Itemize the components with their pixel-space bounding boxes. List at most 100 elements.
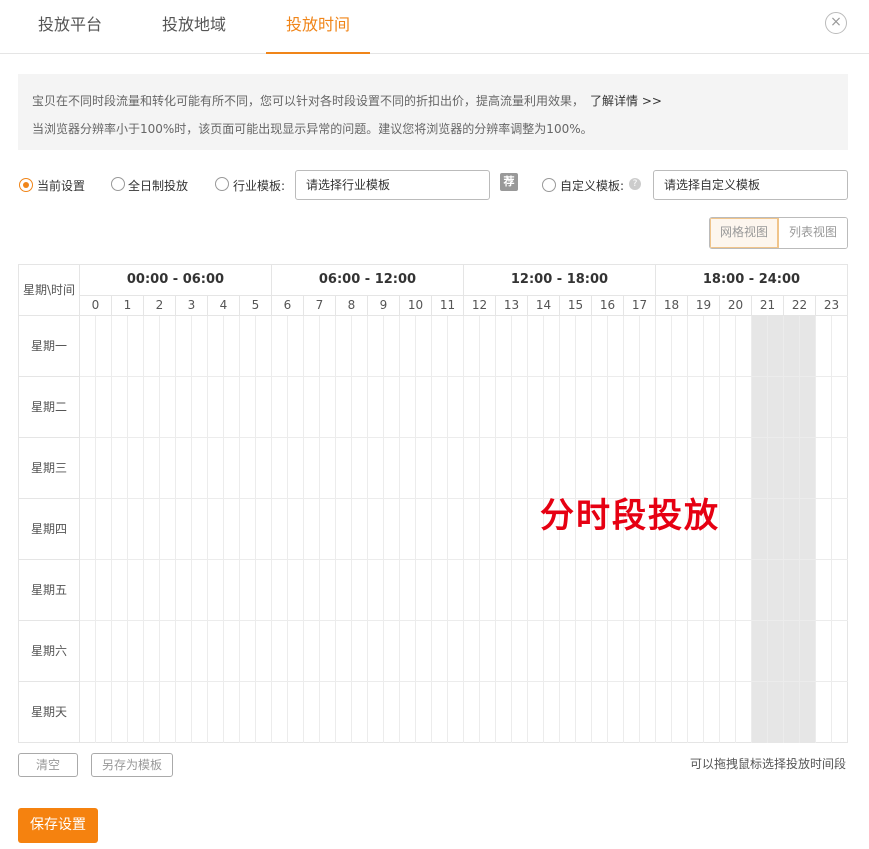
time-slot-cell[interactable] — [496, 682, 512, 743]
time-slot-cell[interactable] — [448, 499, 464, 560]
time-slot-cell[interactable] — [800, 438, 816, 499]
time-slot-cell[interactable] — [272, 621, 288, 682]
time-slot-cell[interactable] — [208, 377, 224, 438]
time-slot-cell[interactable] — [240, 621, 256, 682]
time-slot-cell[interactable] — [240, 499, 256, 560]
time-slot-cell[interactable] — [336, 499, 352, 560]
time-slot-cell[interactable] — [320, 560, 336, 621]
time-slot-cell[interactable] — [400, 621, 416, 682]
time-slot-cell[interactable] — [720, 499, 736, 560]
time-slot-cell[interactable] — [832, 621, 848, 682]
time-slot-cell[interactable] — [832, 377, 848, 438]
time-slot-cell[interactable] — [480, 682, 496, 743]
time-slot-cell[interactable] — [96, 499, 112, 560]
time-slot-cell[interactable] — [384, 377, 400, 438]
time-slot-cell[interactable] — [176, 499, 192, 560]
time-slot-cell[interactable] — [464, 560, 480, 621]
time-slot-cell[interactable] — [608, 316, 624, 377]
time-slot-cell[interactable] — [560, 377, 576, 438]
time-slot-cell[interactable] — [224, 621, 240, 682]
time-slot-cell[interactable] — [112, 316, 128, 377]
time-slot-cell[interactable] — [432, 682, 448, 743]
time-slot-cell[interactable] — [144, 560, 160, 621]
time-slot-cell[interactable] — [80, 682, 96, 743]
time-slot-cell[interactable] — [128, 621, 144, 682]
time-slot-cell[interactable] — [128, 560, 144, 621]
time-slot-cell[interactable] — [160, 621, 176, 682]
time-slot-cell[interactable] — [544, 621, 560, 682]
time-slot-cell[interactable] — [256, 682, 272, 743]
time-slot-cell[interactable] — [384, 621, 400, 682]
time-slot-cell[interactable] — [192, 438, 208, 499]
time-slot-cell[interactable] — [800, 682, 816, 743]
time-slot-cell[interactable] — [400, 499, 416, 560]
time-slot-cell[interactable] — [368, 316, 384, 377]
time-slot-cell[interactable] — [176, 316, 192, 377]
industry-template-radio[interactable] — [215, 177, 229, 191]
time-slot-cell[interactable] — [320, 621, 336, 682]
time-slot-cell[interactable] — [336, 377, 352, 438]
time-slot-cell[interactable] — [448, 316, 464, 377]
time-slot-cell[interactable] — [416, 438, 432, 499]
time-slot-cell[interactable] — [240, 377, 256, 438]
time-slot-cell[interactable] — [336, 621, 352, 682]
time-slot-cell[interactable] — [624, 560, 640, 621]
time-slot-cell[interactable] — [368, 621, 384, 682]
time-slot-cell[interactable] — [224, 316, 240, 377]
time-slot-cell[interactable] — [528, 560, 544, 621]
time-slot-cell[interactable] — [432, 499, 448, 560]
time-slot-cell[interactable] — [288, 560, 304, 621]
time-slot-cell[interactable] — [256, 377, 272, 438]
time-slot-cell[interactable] — [336, 316, 352, 377]
tab-region[interactable]: 投放地域 — [142, 0, 246, 53]
clear-button[interactable]: 清空 — [18, 753, 78, 777]
time-slot-cell[interactable] — [800, 621, 816, 682]
time-slot-cell[interactable] — [832, 316, 848, 377]
time-slot-cell[interactable] — [96, 621, 112, 682]
fullday-label[interactable]: 全日制投放 — [128, 177, 188, 194]
time-slot-cell[interactable] — [752, 499, 768, 560]
time-slot-cell[interactable] — [752, 316, 768, 377]
time-slot-cell[interactable] — [192, 377, 208, 438]
time-slot-cell[interactable] — [480, 499, 496, 560]
time-slot-cell[interactable] — [128, 499, 144, 560]
time-slot-cell[interactable] — [176, 377, 192, 438]
time-slot-cell[interactable] — [512, 621, 528, 682]
time-slot-cell[interactable] — [448, 621, 464, 682]
time-slot-cell[interactable] — [288, 621, 304, 682]
time-slot-cell[interactable] — [512, 438, 528, 499]
time-slot-cell[interactable] — [464, 621, 480, 682]
time-slot-cell[interactable] — [608, 560, 624, 621]
time-slot-cell[interactable] — [192, 499, 208, 560]
time-slot-cell[interactable] — [464, 316, 480, 377]
time-slot-cell[interactable] — [160, 316, 176, 377]
time-slot-cell[interactable] — [288, 499, 304, 560]
time-slot-cell[interactable] — [160, 377, 176, 438]
time-slot-cell[interactable] — [208, 682, 224, 743]
time-slot-cell[interactable] — [656, 682, 672, 743]
time-slot-cell[interactable] — [352, 682, 368, 743]
time-slot-cell[interactable] — [656, 560, 672, 621]
time-slot-cell[interactable] — [432, 560, 448, 621]
time-slot-cell[interactable] — [720, 621, 736, 682]
time-slot-cell[interactable] — [416, 621, 432, 682]
time-slot-cell[interactable] — [720, 682, 736, 743]
time-slot-cell[interactable] — [256, 621, 272, 682]
time-slot-cell[interactable] — [320, 377, 336, 438]
time-slot-cell[interactable] — [736, 316, 752, 377]
time-slot-cell[interactable] — [640, 316, 656, 377]
time-slot-cell[interactable] — [576, 621, 592, 682]
tab-platform[interactable]: 投放平台 — [18, 0, 122, 53]
time-slot-cell[interactable] — [704, 682, 720, 743]
time-slot-cell[interactable] — [800, 560, 816, 621]
time-slot-cell[interactable] — [720, 560, 736, 621]
time-slot-cell[interactable] — [272, 499, 288, 560]
time-slot-cell[interactable] — [784, 438, 800, 499]
time-slot-cell[interactable] — [80, 560, 96, 621]
time-slot-cell[interactable] — [784, 682, 800, 743]
time-slot-cell[interactable] — [432, 377, 448, 438]
time-slot-cell[interactable] — [480, 621, 496, 682]
time-slot-cell[interactable] — [816, 682, 832, 743]
time-slot-cell[interactable] — [352, 499, 368, 560]
time-slot-cell[interactable] — [592, 621, 608, 682]
